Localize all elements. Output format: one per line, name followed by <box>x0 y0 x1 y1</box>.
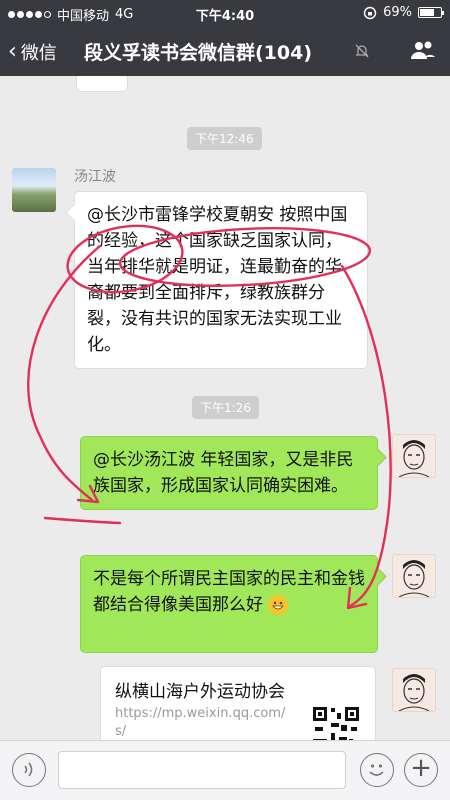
avatar[interactable] <box>12 168 56 212</box>
qr-code-icon <box>311 705 361 740</box>
rotation-lock-icon <box>363 6 377 19</box>
battery-percent: 69% <box>383 5 412 20</box>
battery-icon <box>418 7 444 18</box>
grin-emoji-icon <box>268 595 289 615</box>
input-bar: + <box>0 740 450 800</box>
voice-button[interactable] <box>12 753 46 787</box>
link-url: https://mp.weixin.qq.com/s/ <box>115 706 286 739</box>
status-left: 中国移动 4G <box>8 5 133 24</box>
nav-bar: ‹ 微信 段义孚读书会微信群(104) <box>0 26 450 76</box>
back-label: 微信 <box>20 43 57 64</box>
network-label: 4G <box>115 7 134 22</box>
face-avatar-icon <box>398 560 430 597</box>
smiley-icon <box>369 764 384 776</box>
message-bubble[interactable]: @长沙汤江波 年轻国家，又是非民族国家，形成国家认同确实困难。 <box>80 436 378 510</box>
more-button[interactable]: + <box>404 753 438 787</box>
emoji-button[interactable] <box>360 753 394 787</box>
avatar[interactable] <box>392 554 436 598</box>
link-title: 纵横山海户外运动协会 <box>115 682 285 702</box>
voice-icon <box>24 762 33 777</box>
timestamp: 下午1:26 <box>192 396 259 419</box>
sender-name: 汤江波 <box>74 169 116 185</box>
avatar[interactable] <box>392 668 436 712</box>
back-button[interactable]: ‹ 微信 <box>8 39 57 65</box>
battery-fill <box>420 9 434 16</box>
face-avatar-icon <box>398 440 430 477</box>
timestamp: 下午12:46 <box>187 127 262 150</box>
chevron-left-icon: ‹ <box>8 39 17 64</box>
carrier-label: 中国移动 <box>57 9 110 24</box>
signal-icon <box>8 11 51 18</box>
link-card[interactable]: 纵横山海户外运动协会 https://mp.weixin.qq.com/s/ <box>100 666 376 740</box>
chat-area[interactable]: 下午12:46 汤江波 @长沙市雷锋学校夏朝安 按照中国的经验，这个国家缺乏国家… <box>0 76 450 740</box>
plus-icon: + <box>410 753 432 783</box>
message-input[interactable] <box>58 751 346 789</box>
mute-bell-icon <box>355 44 369 58</box>
avatar[interactable] <box>392 434 436 478</box>
chat-title: 段义孚读书会微信群(104) <box>84 42 313 64</box>
previous-message-stub[interactable] <box>76 76 128 92</box>
face-avatar-icon <box>398 674 430 711</box>
group-info-icon[interactable] <box>410 39 436 61</box>
message-text: 不是每个所谓民主国家的民主和金钱都结合得像美国那么好 <box>93 569 365 615</box>
message-bubble[interactable]: @长沙市雷锋学校夏朝安 按照中国的经验，这个国家缺乏国家认同，当年排华就是明证，… <box>74 191 368 369</box>
status-right: 69% <box>363 5 444 20</box>
status-bar: 中国移动 4G 下午4:40 69% <box>0 0 450 26</box>
message-bubble[interactable]: 不是每个所谓民主国家的民主和金钱都结合得像美国那么好 <box>80 555 378 653</box>
